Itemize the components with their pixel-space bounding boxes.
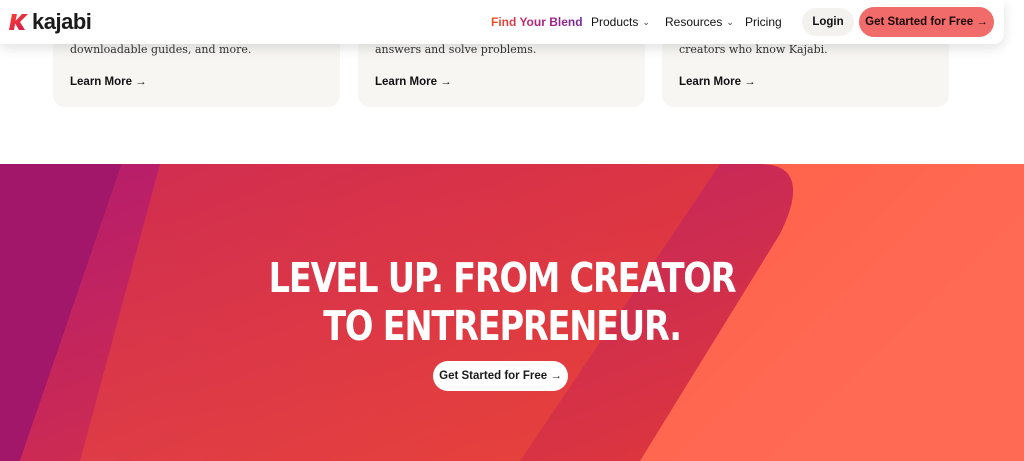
hero-heading-line-2: TO ENTREPRENEUR.: [323, 302, 682, 350]
kajabi-k-logo-icon: [9, 14, 28, 30]
get-started-button[interactable]: Get Started for Free →: [859, 7, 994, 37]
hero-heading: LEVEL UP. FROM CREATOR TO ENTREPRENEUR.: [90, 254, 913, 350]
chevron-down-icon: ⌄: [726, 17, 734, 27]
nav-products[interactable]: Products ⌄: [591, 15, 650, 29]
learn-more-link[interactable]: Learn More →: [70, 76, 147, 88]
learn-more-link[interactable]: Learn More →: [679, 76, 756, 88]
card-description: answers and solve problems.: [375, 43, 537, 56]
kajabi-logo[interactable]: kajabi: [9, 9, 92, 35]
card-description: downloadable guides, and more.: [70, 43, 252, 56]
nav-find-your-blend[interactable]: Find Your Blend: [491, 15, 583, 29]
hero-heading-line-1: LEVEL UP. FROM CREATOR: [268, 254, 737, 302]
card-description: creators who know Kajabi.: [679, 43, 828, 56]
hero-banner: LEVEL UP. FROM CREATOR TO ENTREPRENEUR. …: [0, 164, 1024, 461]
hero-get-started-button[interactable]: Get Started for Free →: [433, 361, 568, 391]
chevron-down-icon: ⌄: [642, 17, 650, 27]
learn-more-link[interactable]: Learn More →: [375, 76, 452, 88]
logo-wordmark: kajabi: [32, 9, 92, 34]
nav-pricing[interactable]: Pricing: [745, 15, 782, 29]
site-header: kajabi Find Your Blend Products ⌄ Resourc…: [0, 0, 1004, 44]
nav-resources[interactable]: Resources ⌄: [665, 15, 734, 29]
login-button[interactable]: Login: [802, 8, 854, 36]
nav-products-label: Products: [591, 15, 639, 29]
nav-resources-label: Resources: [665, 15, 723, 29]
